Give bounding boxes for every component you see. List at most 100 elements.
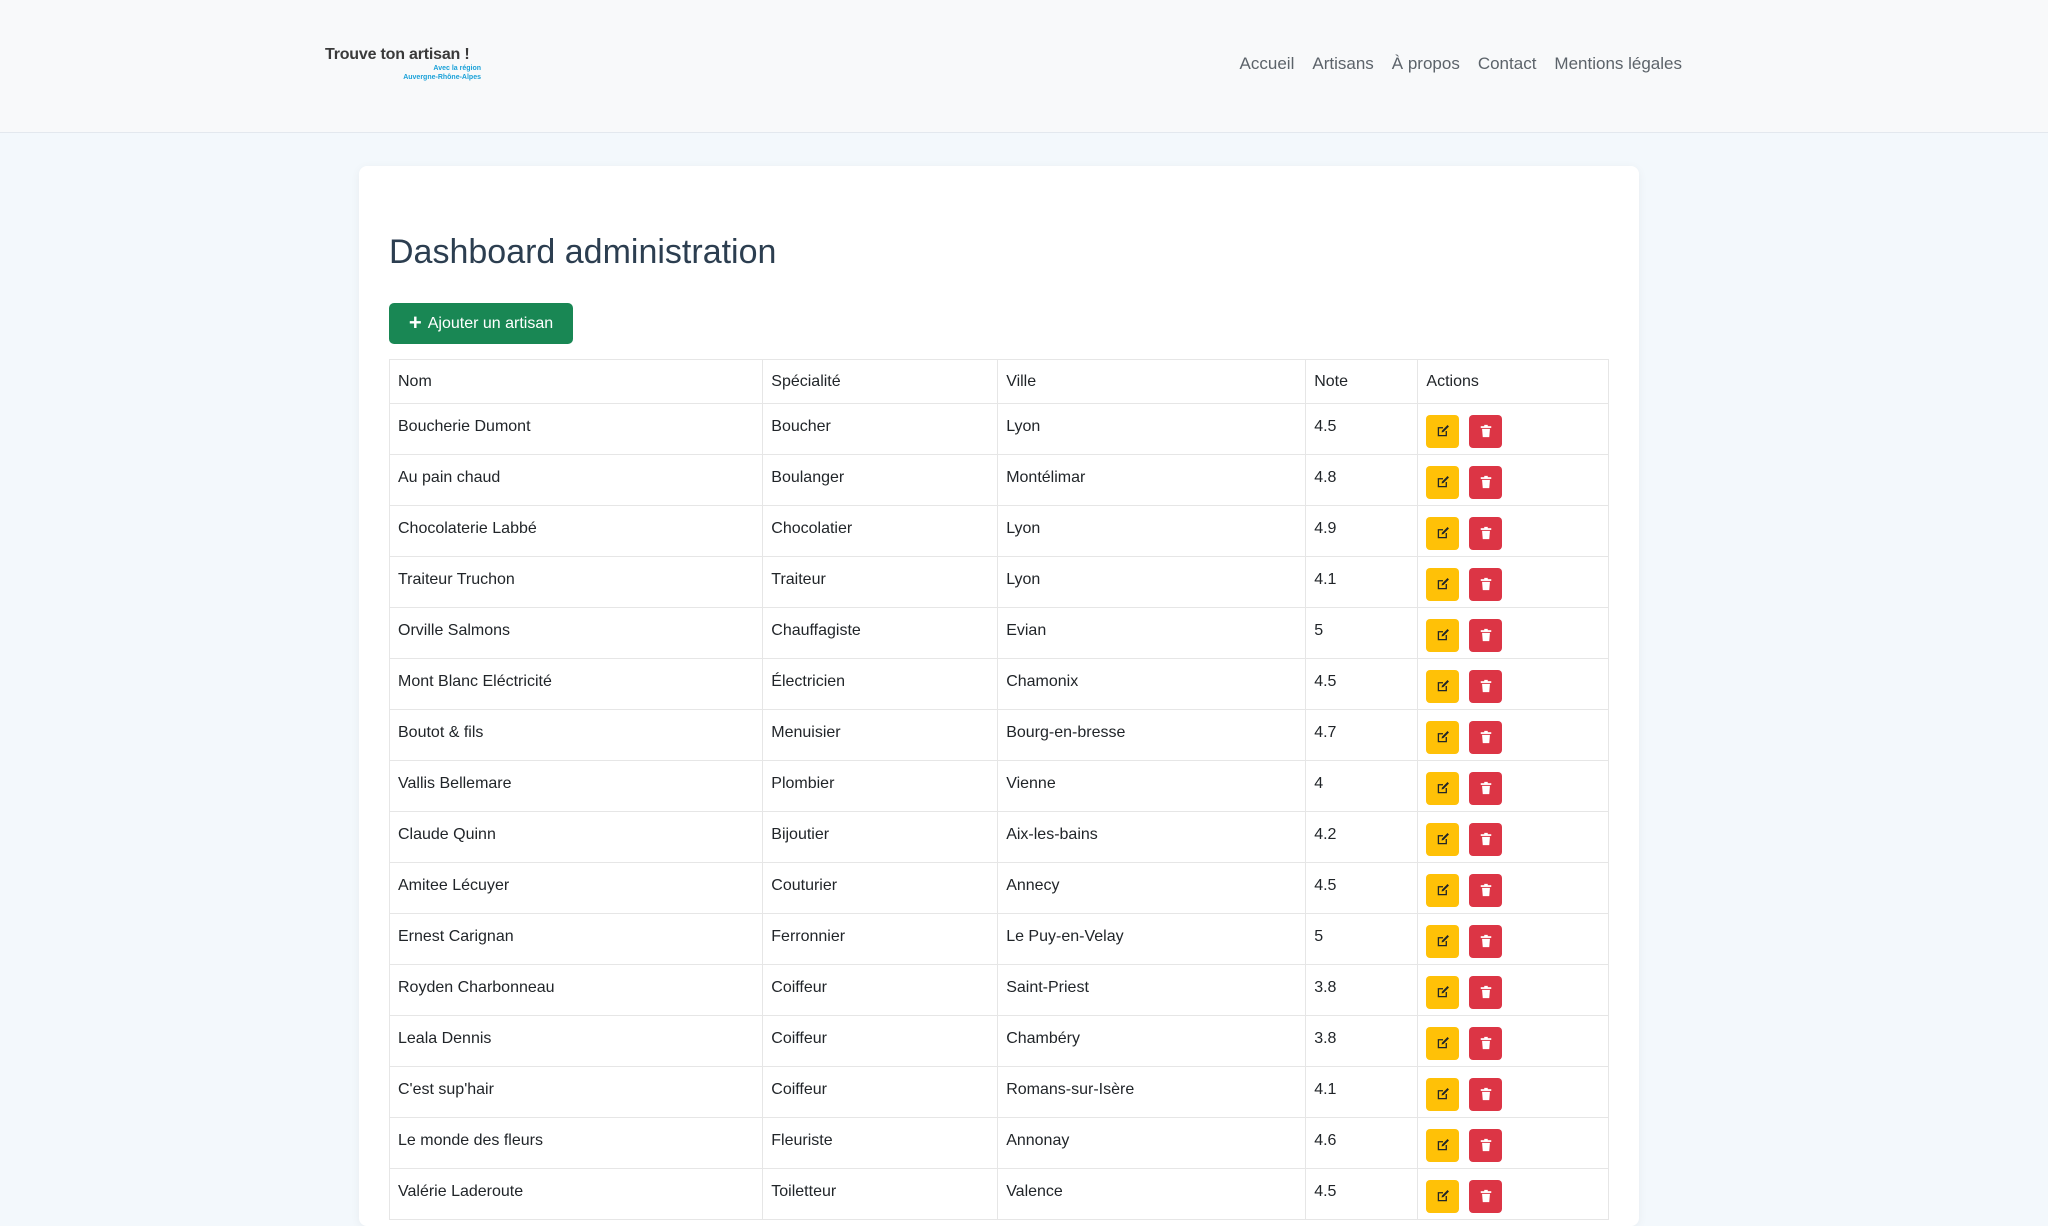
nav-link-accueil[interactable]: Accueil xyxy=(1240,54,1295,74)
row-actions xyxy=(1426,1125,1600,1162)
cell-nom: Claude Quinn xyxy=(388,811,764,863)
edit-button[interactable] xyxy=(1426,567,1460,601)
cell-actions xyxy=(1417,760,1609,812)
cell-nom: Amitee Lécuyer xyxy=(388,862,764,914)
trash-icon xyxy=(1479,1138,1493,1152)
edit-button[interactable] xyxy=(1426,465,1460,499)
cell-nom: Chocolaterie Labbé xyxy=(388,505,764,557)
delete-button[interactable] xyxy=(1469,975,1503,1009)
nav-link-artisans[interactable]: Artisans xyxy=(1312,54,1373,74)
delete-button[interactable] xyxy=(1469,1179,1503,1213)
column-header-nom[interactable]: Nom xyxy=(388,359,764,404)
edit-button[interactable] xyxy=(1426,720,1460,754)
edit-button[interactable] xyxy=(1426,516,1460,550)
cell-ville: Le Puy-en-Velay xyxy=(997,913,1307,965)
cell-note: 4.6 xyxy=(1305,1117,1419,1169)
nav-link-a-propos[interactable]: À propos xyxy=(1392,54,1460,74)
delete-button[interactable] xyxy=(1469,873,1503,907)
edit-icon xyxy=(1436,1189,1450,1203)
edit-button[interactable] xyxy=(1426,822,1460,856)
edit-button[interactable] xyxy=(1426,975,1460,1009)
row-actions xyxy=(1426,1023,1600,1060)
delete-button[interactable] xyxy=(1469,516,1503,550)
trash-icon xyxy=(1479,679,1493,693)
delete-button[interactable] xyxy=(1469,1128,1503,1162)
nav-link-mentions-legales[interactable]: Mentions légales xyxy=(1554,54,1682,74)
edit-button[interactable] xyxy=(1426,873,1460,907)
edit-icon xyxy=(1436,679,1450,693)
cell-ville: Saint-Priest xyxy=(997,964,1307,1016)
edit-button[interactable] xyxy=(1426,1128,1460,1162)
delete-button[interactable] xyxy=(1469,465,1503,499)
cell-nom: Ernest Carignan xyxy=(388,913,764,965)
cell-actions xyxy=(1417,964,1609,1016)
edit-icon xyxy=(1436,832,1450,846)
add-artisan-button[interactable]: + Ajouter un artisan xyxy=(389,303,573,344)
edit-button[interactable] xyxy=(1426,414,1460,448)
edit-icon xyxy=(1436,628,1450,642)
trash-icon xyxy=(1479,883,1493,897)
delete-button[interactable] xyxy=(1469,414,1503,448)
row-actions xyxy=(1426,972,1600,1009)
edit-button[interactable] xyxy=(1426,1179,1460,1213)
delete-button[interactable] xyxy=(1469,1026,1503,1060)
trash-icon xyxy=(1479,730,1493,744)
delete-button[interactable] xyxy=(1469,618,1503,652)
column-header-specialite[interactable]: Spécialité xyxy=(762,359,999,404)
edit-icon xyxy=(1436,985,1450,999)
brand-logo[interactable]: Trouve ton artisan ! Avec la région Auve… xyxy=(325,46,485,82)
trash-icon xyxy=(1479,424,1493,438)
table-row: Chocolaterie Labbé Chocolatier Lyon 4.9 xyxy=(388,505,1609,557)
main-nav: Accueil Artisans À propos Contact Mentio… xyxy=(1240,54,1682,74)
column-header-note[interactable]: Note xyxy=(1305,359,1419,404)
trash-icon xyxy=(1479,934,1493,948)
cell-actions xyxy=(1417,556,1609,608)
cell-note: 4.9 xyxy=(1305,505,1419,557)
delete-button[interactable] xyxy=(1469,720,1503,754)
delete-button[interactable] xyxy=(1469,669,1503,703)
cell-note: 4.5 xyxy=(1305,658,1419,710)
cell-actions xyxy=(1417,454,1609,506)
delete-button[interactable] xyxy=(1469,822,1503,856)
cell-note: 4.2 xyxy=(1305,811,1419,863)
cell-specialite: Coiffeur xyxy=(762,1066,999,1118)
trash-icon xyxy=(1479,526,1493,540)
edit-button[interactable] xyxy=(1426,1077,1460,1111)
cell-ville: Chamonix xyxy=(997,658,1307,710)
edit-button[interactable] xyxy=(1426,771,1460,805)
edit-button[interactable] xyxy=(1426,1026,1460,1060)
table-row: Vallis Bellemare Plombier Vienne 4 xyxy=(388,760,1609,812)
cell-specialite: Chocolatier xyxy=(762,505,999,557)
brand-subtitle-line1: Avec la région xyxy=(433,65,481,72)
edit-button[interactable] xyxy=(1426,669,1460,703)
delete-button[interactable] xyxy=(1469,924,1503,958)
table-row: Traiteur Truchon Traiteur Lyon 4.1 xyxy=(388,556,1609,608)
trash-icon xyxy=(1479,628,1493,642)
cell-ville: Romans-sur-Isère xyxy=(997,1066,1307,1118)
cell-nom: Leala Dennis xyxy=(388,1015,764,1067)
cell-specialite: Bijoutier xyxy=(762,811,999,863)
row-actions xyxy=(1426,1074,1600,1111)
delete-button[interactable] xyxy=(1469,567,1503,601)
cell-actions xyxy=(1417,1117,1609,1169)
nav-link-contact[interactable]: Contact xyxy=(1478,54,1537,74)
column-header-ville[interactable]: Ville xyxy=(997,359,1307,404)
cell-specialite: Toiletteur xyxy=(762,1168,999,1220)
edit-button[interactable] xyxy=(1426,618,1460,652)
trash-icon xyxy=(1479,832,1493,846)
edit-icon xyxy=(1436,1087,1450,1101)
table-body: Boucherie Dumont Boucher Lyon 4.5 Au pain ch… xyxy=(388,403,1609,1220)
edit-button[interactable] xyxy=(1426,924,1460,958)
delete-button[interactable] xyxy=(1469,771,1503,805)
delete-button[interactable] xyxy=(1469,1077,1503,1111)
top-navbar: Trouve ton artisan ! Avec la région Auve… xyxy=(0,0,2048,133)
cell-ville: Bourg-en-bresse xyxy=(997,709,1307,761)
table-header-row: Nom Spécialité Ville Note Actions xyxy=(388,359,1609,404)
row-actions xyxy=(1426,921,1600,958)
cell-nom: C'est sup'hair xyxy=(388,1066,764,1118)
brand-subtitle-line2: Auvergne-Rhône-Alpes xyxy=(403,74,481,81)
edit-icon xyxy=(1436,1138,1450,1152)
cell-specialite: Traiteur xyxy=(762,556,999,608)
cell-specialite: Coiffeur xyxy=(762,1015,999,1067)
cell-nom: Le monde des fleurs xyxy=(388,1117,764,1169)
